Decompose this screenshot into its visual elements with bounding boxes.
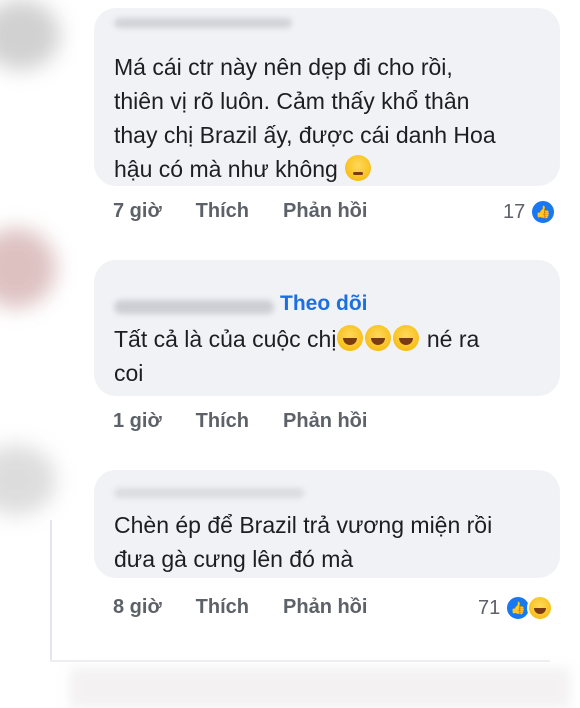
thread-divider (50, 660, 550, 662)
commenter-avatar[interactable] (0, 0, 60, 70)
tears-of-joy-emoji-icon (365, 325, 392, 351)
like-link[interactable]: Thích (196, 410, 249, 433)
comment-text: Má cái ctr này nên dẹp đi cho rồi, thiên… (114, 54, 496, 182)
commenter-name[interactable] (114, 300, 274, 314)
comment-bubble: Chèn ép để Brazil trả vương miện rồi đưa… (94, 470, 560, 578)
like-link[interactable]: Thích (196, 596, 249, 619)
comment-time[interactable]: 8 giờ (113, 596, 162, 619)
reply-link[interactable]: Phản hồi (283, 596, 367, 619)
commenter-name[interactable] (114, 18, 292, 28)
comment-actions: 8 giờ Thích Phản hồi (113, 596, 401, 619)
reaction-summary[interactable]: 17 👍 (503, 199, 557, 225)
comment-bubble: Má cái ctr này nên dẹp đi cho rồi, thiên… (94, 8, 560, 186)
commenter-name[interactable] (114, 488, 304, 498)
commenter-avatar[interactable] (0, 445, 56, 515)
pensive-face-emoji-icon (345, 155, 372, 181)
haha-reaction-icon (527, 595, 554, 621)
comment-time[interactable]: 7 giờ (113, 200, 162, 223)
comment-text: Tất cả là của cuộc chị né ra coi (114, 325, 480, 386)
like-reaction-icon: 👍 (530, 199, 557, 225)
comment-actions: 7 giờ Thích Phản hồi (113, 200, 401, 223)
next-comment-blur (70, 668, 570, 708)
reply-link[interactable]: Phản hồi (283, 200, 367, 223)
commenter-avatar[interactable] (0, 228, 56, 308)
comment-actions: 1 giờ Thích Phản hồi (113, 410, 401, 433)
reaction-summary[interactable]: 71 👍 (478, 595, 554, 621)
reaction-count: 17 (503, 200, 526, 223)
reaction-count: 71 (478, 596, 501, 619)
comment-text: Chèn ép để Brazil trả vương miện rồi đưa… (114, 512, 493, 572)
comment-time[interactable]: 1 giờ (113, 410, 162, 433)
follow-link[interactable]: Theo dõi (280, 292, 368, 316)
reply-link[interactable]: Phản hồi (283, 410, 367, 433)
like-link[interactable]: Thích (196, 200, 249, 223)
tears-of-joy-emoji-icon (337, 325, 364, 351)
tears-of-joy-emoji-icon (393, 325, 420, 351)
comment-bubble: Theo dõi Tất cả là của cuộc chị né ra co… (94, 260, 560, 396)
thread-line (50, 520, 52, 660)
